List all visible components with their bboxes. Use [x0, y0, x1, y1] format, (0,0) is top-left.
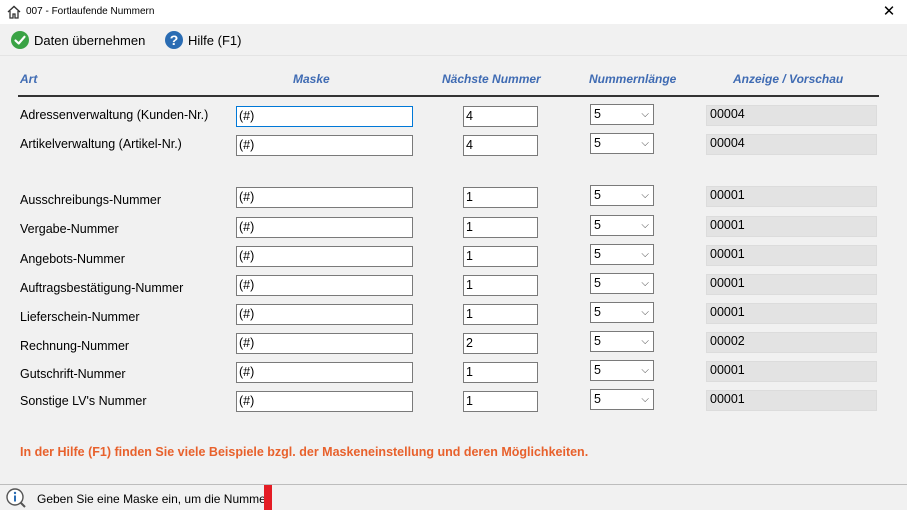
status-marker — [264, 485, 272, 510]
next-number-input[interactable]: 1 — [463, 246, 538, 267]
chevron-down-icon: ⌵ — [641, 138, 649, 149]
row-label: Rechnung-Nummer — [20, 339, 130, 353]
preview-field: 00001 — [706, 361, 877, 382]
window-title: 007 - Fortlaufende Nummern — [26, 6, 155, 17]
preview-field: 00001 — [706, 303, 877, 324]
help-button-label: Hilfe (F1) — [188, 32, 242, 48]
number-length-select[interactable]: 5 ⌵ — [590, 331, 654, 352]
row-label: Ausschreibungs-Nummer — [20, 193, 162, 207]
column-header-number-length: Nummernlänge — [589, 72, 677, 86]
toolbar: Daten übernehmen ? Hilfe (F1) — [0, 24, 907, 56]
mask-input[interactable]: (#) — [236, 362, 413, 383]
number-length-value: 5 — [594, 363, 601, 377]
header-divider — [18, 95, 879, 97]
status-bar: Geben Sie eine Maske ein, um die Nummer … — [0, 484, 907, 510]
number-length-value: 5 — [594, 392, 601, 406]
next-number-input[interactable]: 1 — [463, 304, 538, 325]
number-length-value: 5 — [594, 247, 601, 261]
title-bar: 007 - Fortlaufende Nummern ✕ — [0, 0, 907, 24]
number-length-value: 5 — [594, 136, 601, 150]
mask-input[interactable]: (#) — [236, 391, 413, 412]
help-hint: In der Hilfe (F1) finden Sie viele Beisp… — [20, 445, 589, 459]
number-length-select[interactable]: 5 ⌵ — [590, 185, 654, 206]
save-button-label: Daten übernehmen — [34, 32, 146, 48]
number-length-select[interactable]: 5 ⌵ — [590, 302, 654, 323]
preview-field: 00001 — [706, 245, 877, 266]
next-number-input[interactable]: 1 — [463, 187, 538, 208]
preview-field: 00001 — [706, 274, 877, 295]
column-header-art: Art — [20, 72, 38, 86]
number-length-select[interactable]: 5 ⌵ — [590, 360, 654, 381]
chevron-down-icon: ⌵ — [641, 109, 649, 120]
status-text: Geben Sie eine Maske ein, um die Nummer … — [37, 492, 265, 506]
column-header-next-number: Nächste Nummer — [442, 72, 541, 86]
row-label: Angebots-Nummer — [20, 252, 125, 266]
row-label: Sonstige LV's Nummer — [20, 394, 147, 408]
row-label: Vergabe-Nummer — [20, 222, 119, 236]
help-button[interactable]: ? Hilfe (F1) — [164, 28, 241, 52]
next-number-input[interactable]: 1 — [463, 391, 538, 412]
next-number-input[interactable]: 1 — [463, 362, 538, 383]
chevron-down-icon: ⌵ — [641, 365, 649, 376]
mask-input[interactable]: (#) — [236, 217, 413, 238]
number-length-select[interactable]: 5 ⌵ — [590, 389, 654, 410]
row-label: Artikelverwaltung (Artikel-Nr.) — [20, 137, 182, 151]
mask-input[interactable]: (#) — [236, 135, 413, 156]
preview-field: 00001 — [706, 216, 877, 237]
next-number-input[interactable]: 4 — [463, 135, 538, 156]
number-length-select[interactable]: 5 ⌵ — [590, 273, 654, 294]
chevron-down-icon: ⌵ — [641, 190, 649, 201]
number-length-value: 5 — [594, 276, 601, 290]
row-label: Gutschrift-Nummer — [20, 367, 126, 381]
next-number-input[interactable]: 4 — [463, 106, 538, 127]
mask-input[interactable]: (#) — [236, 246, 413, 267]
mask-input[interactable]: (#) — [236, 275, 413, 296]
mask-input[interactable]: (#) — [236, 333, 413, 354]
number-length-value: 5 — [594, 218, 601, 232]
mask-input[interactable]: (#) — [236, 187, 413, 208]
number-length-value: 5 — [594, 334, 601, 348]
number-length-select[interactable]: 5 ⌵ — [590, 133, 654, 154]
row-label: Auftragsbestätigung-Nummer — [20, 281, 184, 295]
number-length-value: 5 — [594, 305, 601, 319]
chevron-down-icon: ⌵ — [641, 336, 649, 347]
number-length-value: 5 — [594, 107, 601, 121]
preview-field: 00002 — [706, 332, 877, 353]
save-button[interactable]: Daten übernehmen — [10, 28, 145, 52]
close-icon[interactable]: ✕ — [879, 2, 899, 22]
chevron-down-icon: ⌵ — [641, 394, 649, 405]
checkmark-icon — [11, 31, 29, 49]
column-header-preview: Anzeige / Vorschau — [733, 72, 844, 86]
preview-field: 00004 — [706, 134, 877, 155]
next-number-input[interactable]: 2 — [463, 333, 538, 354]
preview-field: 00001 — [706, 390, 877, 411]
preview-field: 00001 — [706, 186, 877, 207]
row-label: Lieferschein-Nummer — [20, 310, 140, 324]
chevron-down-icon: ⌵ — [641, 278, 649, 289]
chevron-down-icon: ⌵ — [641, 249, 649, 260]
question-icon: ? — [165, 31, 183, 49]
info-icon — [6, 488, 26, 508]
number-length-select[interactable]: 5 ⌵ — [590, 215, 654, 236]
number-settings-form: Art Maske Nächste Nummer Nummernlänge An… — [0, 56, 907, 484]
number-length-select[interactable]: 5 ⌵ — [590, 244, 654, 265]
mask-input[interactable]: (#) — [236, 106, 413, 127]
number-length-select[interactable]: 5 ⌵ — [590, 104, 654, 125]
chevron-down-icon: ⌵ — [641, 220, 649, 231]
preview-field: 00004 — [706, 105, 877, 126]
row-label: Adressenverwaltung (Kunden-Nr.) — [20, 108, 209, 122]
svg-text:?: ? — [170, 32, 179, 48]
mask-input[interactable]: (#) — [236, 304, 413, 325]
column-header-maske: Maske — [293, 72, 330, 86]
next-number-input[interactable]: 1 — [463, 275, 538, 296]
home-icon — [7, 5, 21, 19]
next-number-input[interactable]: 1 — [463, 217, 538, 238]
chevron-down-icon: ⌵ — [641, 307, 649, 318]
number-length-value: 5 — [594, 188, 601, 202]
